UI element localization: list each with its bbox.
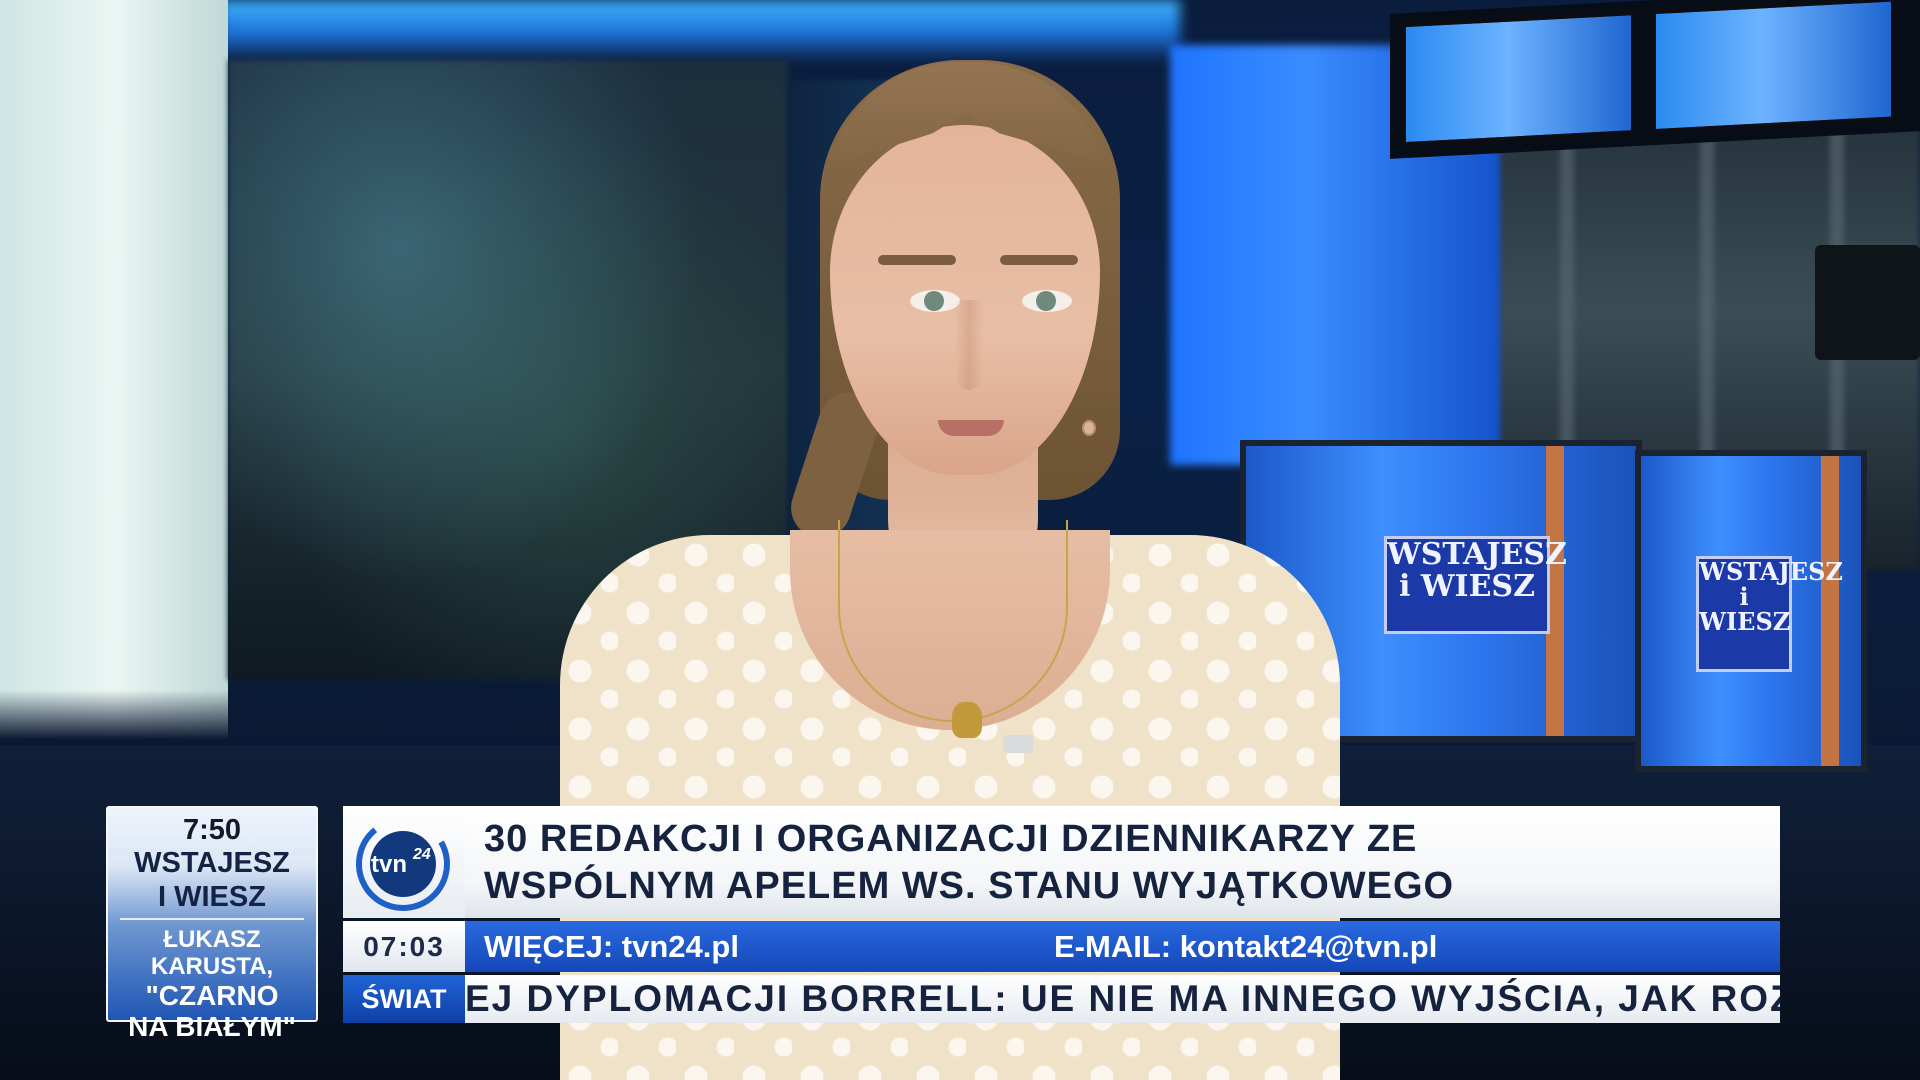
left-eyebrow: [878, 255, 956, 265]
more-info-link: WIĘCEJ: tvn24.pl: [484, 929, 739, 964]
necklace-pendant: [952, 702, 982, 738]
headline-line2: WSPÓLNYM APELEM WS. STANU WYJĄTKOWEGO: [484, 865, 1455, 907]
tvn24-logo-icon: tvn 24 HD: [356, 817, 450, 911]
logo-hd: HD: [415, 871, 431, 883]
channel-logo-panel: tvn 24 HD: [343, 806, 466, 918]
contact-email: E-MAIL: kontakt24@tvn.pl: [1054, 929, 1438, 964]
news-headline: 30 REDAKCJI I ORGANIZACJI DZIENNIKARZY Z…: [465, 806, 1780, 918]
logo-number: 24: [412, 846, 431, 863]
promo-guest: ŁUKASZ KARUSTA,: [150, 926, 274, 980]
logo-text: tvn: [371, 851, 407, 878]
program-promo-box: 7:50 WSTAJESZ I WIESZ ŁUKASZ KARUSTA, "C…: [106, 806, 318, 1042]
promo-quote-line2: NA BIAŁYM": [128, 1011, 296, 1042]
promo-divider: [120, 918, 304, 920]
promo-show-line2: I WIESZ: [158, 881, 266, 913]
right-eyebrow: [1000, 255, 1078, 265]
earpiece: [1082, 420, 1096, 436]
ticker-text: EJ DYPLOMACJI BORRELL: UE NIE MA INNEGO …: [465, 978, 1780, 1019]
ticker-category: ŚWIAT: [343, 975, 465, 1023]
presenter-mouth: [938, 420, 1004, 436]
news-ticker: EJ DYPLOMACJI BORRELL: UE NIE MA INNEGO …: [465, 975, 1780, 1023]
right-eye: [1022, 290, 1072, 312]
left-eye: [910, 290, 960, 312]
broadcast-clock: 07:03: [343, 921, 465, 972]
headline-line1: 30 REDAKCJI I ORGANIZACJI DZIENNIKARZY Z…: [484, 818, 1418, 860]
promo-time: 7:50: [182, 814, 242, 846]
promo-show-line1: WSTAJESZ: [134, 847, 290, 879]
info-bar: WIĘCEJ: tvn24.pl E-MAIL: kontakt24@tvn.p…: [465, 921, 1780, 972]
promo-quote-line1: "CZARNO: [145, 980, 279, 1011]
presenter-nose: [955, 300, 983, 390]
lapel-mic: [1003, 735, 1033, 753]
